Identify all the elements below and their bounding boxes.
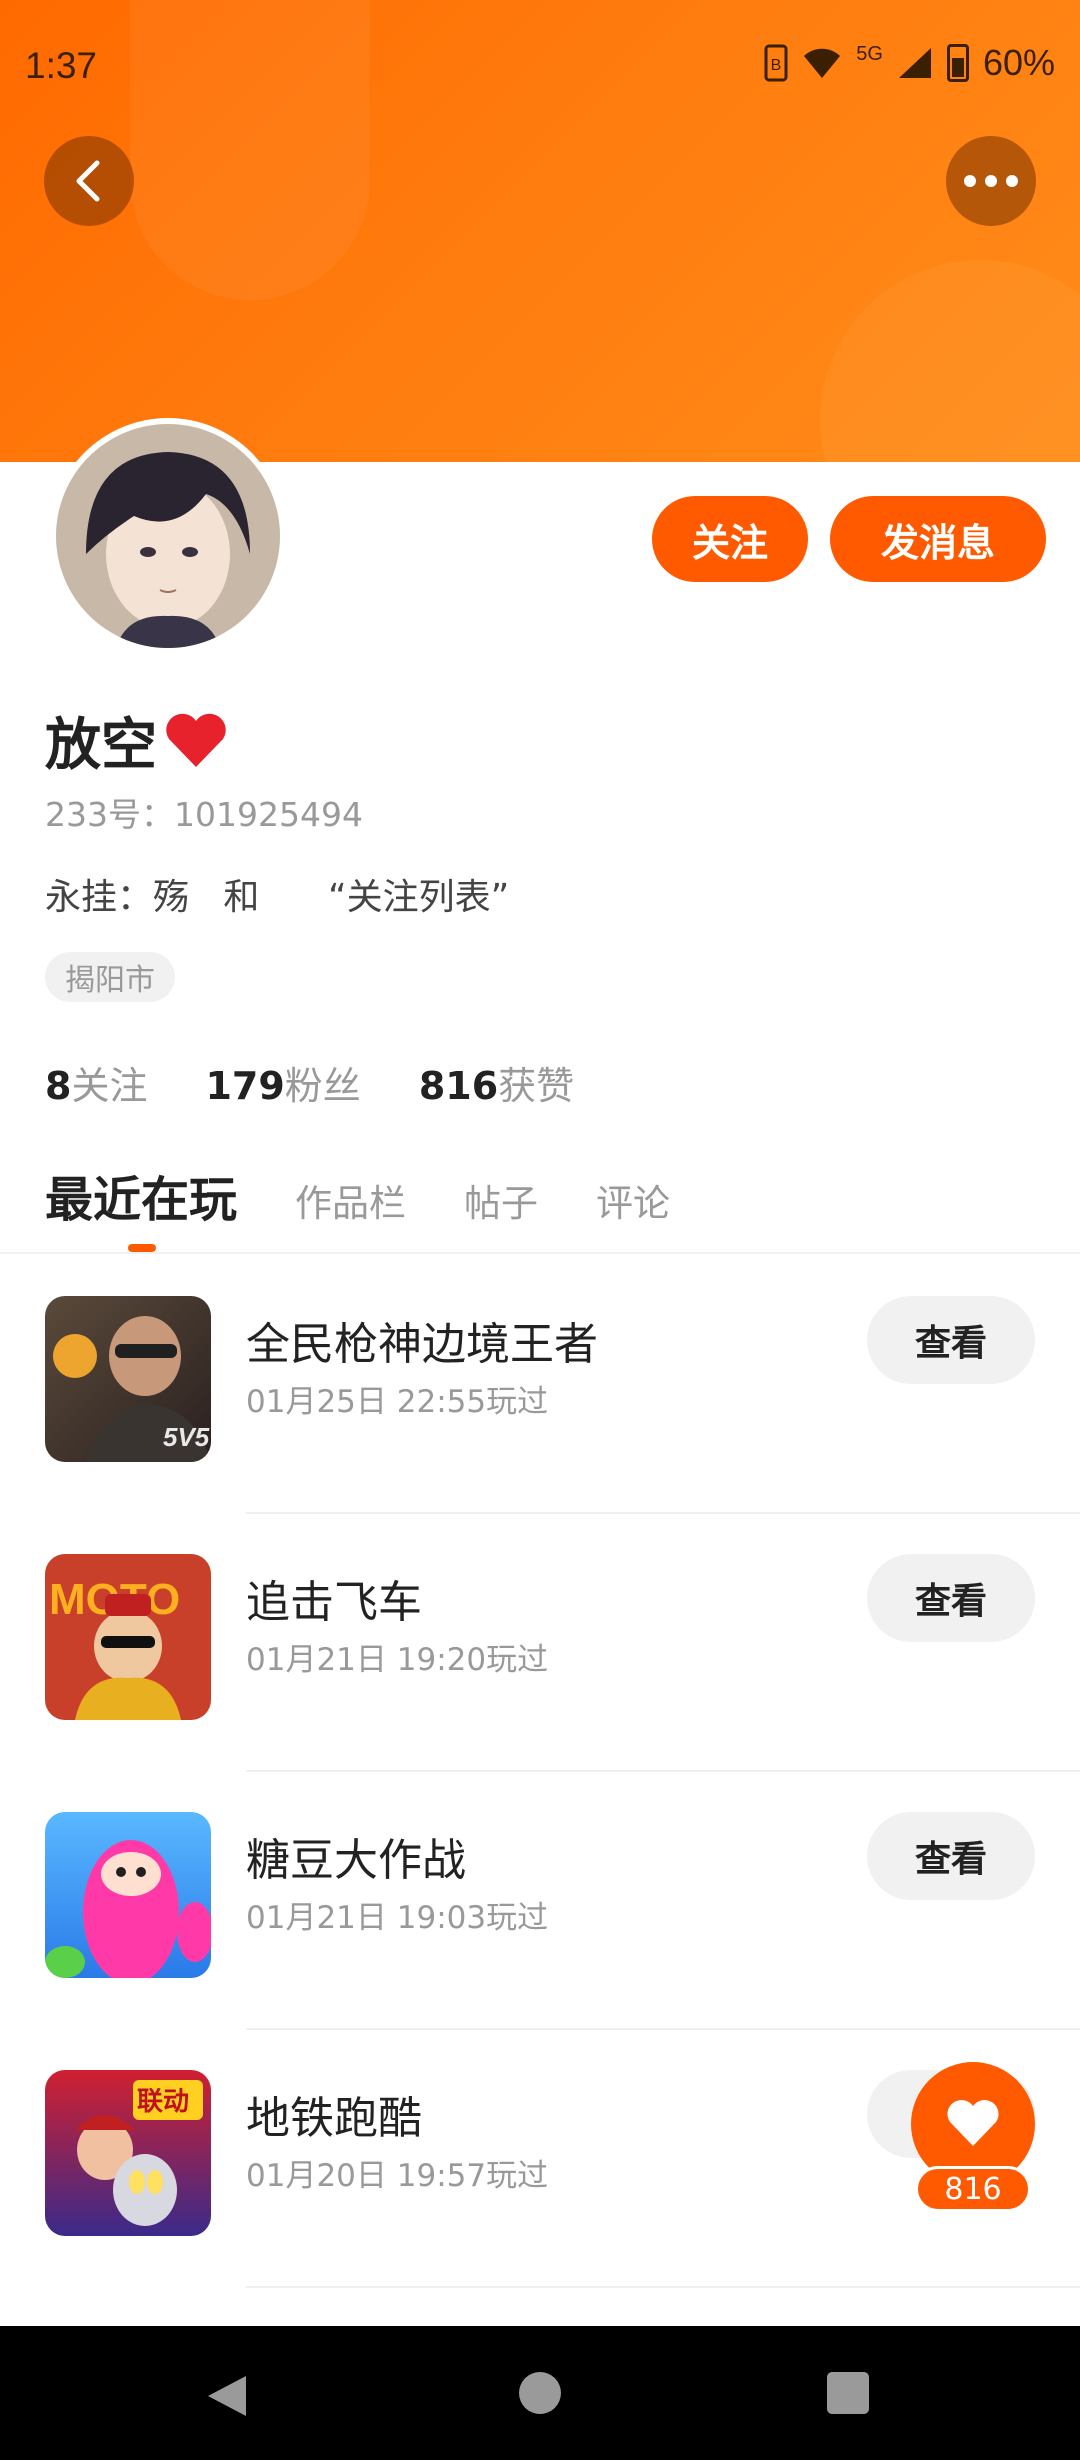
game-title: 地铁跑酷	[246, 2093, 422, 2144]
tab-active-indicator	[128, 1244, 156, 1252]
game-title: 全民枪神边境王者	[246, 1319, 598, 1370]
battery-icon	[946, 44, 969, 82]
game-played-time: 01月21日 19:20玩过	[246, 1642, 549, 1678]
signal-icon	[898, 48, 931, 78]
nav-recents-icon[interactable]	[827, 2372, 869, 2414]
list-item[interactable]: 5V5 全民枪神边境王者 01月25日 22:55玩过 查看	[0, 1256, 1080, 1514]
like-count-badge: 816	[915, 2166, 1031, 2212]
moto-game-icon: MOTO	[45, 1554, 211, 1720]
user-name-row: 放空	[45, 700, 229, 781]
heart-icon	[947, 2099, 999, 2146]
avatar-image	[56, 424, 280, 648]
battery-percent: 60%	[982, 42, 1055, 83]
user-id: 233号：101925494	[45, 795, 363, 834]
tab-recently-played[interactable]: 最近在玩	[45, 1160, 237, 1230]
user-bio: 永挂：殇 和 “关注列表”	[45, 877, 510, 918]
subway-game-icon: 联动	[45, 2070, 211, 2236]
avatar[interactable]	[50, 418, 286, 654]
tab-posts[interactable]: 帖子	[464, 1173, 538, 1227]
chevron-left-icon	[76, 160, 100, 202]
heart-icon	[166, 713, 226, 767]
more-button[interactable]	[946, 136, 1036, 226]
game-played-time: 01月20日 19:57玩过	[246, 2158, 549, 2194]
nfc-icon: B	[764, 44, 788, 82]
stat-likes: 816获赞	[418, 1064, 575, 1108]
list-item[interactable]: MOTO 追击飞车 01月21日 19:20玩过 查看	[0, 1514, 1080, 1772]
wifi-icon	[804, 48, 841, 78]
tabs-divider	[0, 1252, 1080, 1254]
svg-text:5V5: 5V5	[163, 1422, 210, 1452]
svg-text:B: B	[771, 57, 782, 74]
profile-stats: 8关注 179粉丝 816获赞	[45, 1055, 574, 1110]
list-item[interactable]: 糖豆大作战 01月21日 19:03玩过 查看	[0, 1772, 1080, 2030]
game-title: 糖豆大作战	[246, 1835, 466, 1886]
nav-back-icon[interactable]	[206, 2374, 248, 2418]
view-button[interactable]: 查看	[867, 1296, 1035, 1384]
stat-following[interactable]: 8关注	[45, 1055, 147, 1110]
follow-button[interactable]: 关注	[652, 496, 808, 582]
send-message-button[interactable]: 发消息	[830, 496, 1046, 582]
status-time: 1:37	[25, 45, 98, 86]
more-dots-icon	[964, 175, 1018, 187]
game-played-time: 01月21日 19:03玩过	[246, 1900, 549, 1936]
status-bar: 1:37 B 5G 60%	[0, 0, 1080, 130]
game-played-time: 01月25日 22:55玩过	[246, 1384, 549, 1420]
tab-works[interactable]: 作品栏	[295, 1173, 406, 1227]
profile-tabs: 最近在玩 作品栏 帖子 评论	[45, 1160, 670, 1230]
user-name: 放空	[45, 713, 157, 778]
svg-text:联动: 联动	[137, 2087, 189, 2117]
nav-home-icon[interactable]	[519, 2372, 561, 2414]
location-tag: 揭阳市	[45, 952, 175, 1002]
network-type: 5G	[856, 42, 883, 65]
view-button[interactable]: 查看	[867, 1812, 1035, 1900]
list-item[interactable]: 联动 地铁跑酷 01月20日 19:57玩过 查看	[0, 2030, 1080, 2288]
tab-comments[interactable]: 评论	[596, 1173, 670, 1227]
game-title: 追击飞车	[246, 1577, 422, 1628]
stat-followers[interactable]: 179粉丝	[205, 1055, 360, 1110]
back-button[interactable]	[44, 136, 134, 226]
bean-game-icon	[45, 1812, 211, 1978]
view-button[interactable]: 查看	[867, 1554, 1035, 1642]
system-nav-bar	[0, 2326, 1080, 2460]
status-icons: B 5G 60%	[764, 42, 1055, 84]
gun-game-icon: 5V5	[45, 1296, 211, 1462]
